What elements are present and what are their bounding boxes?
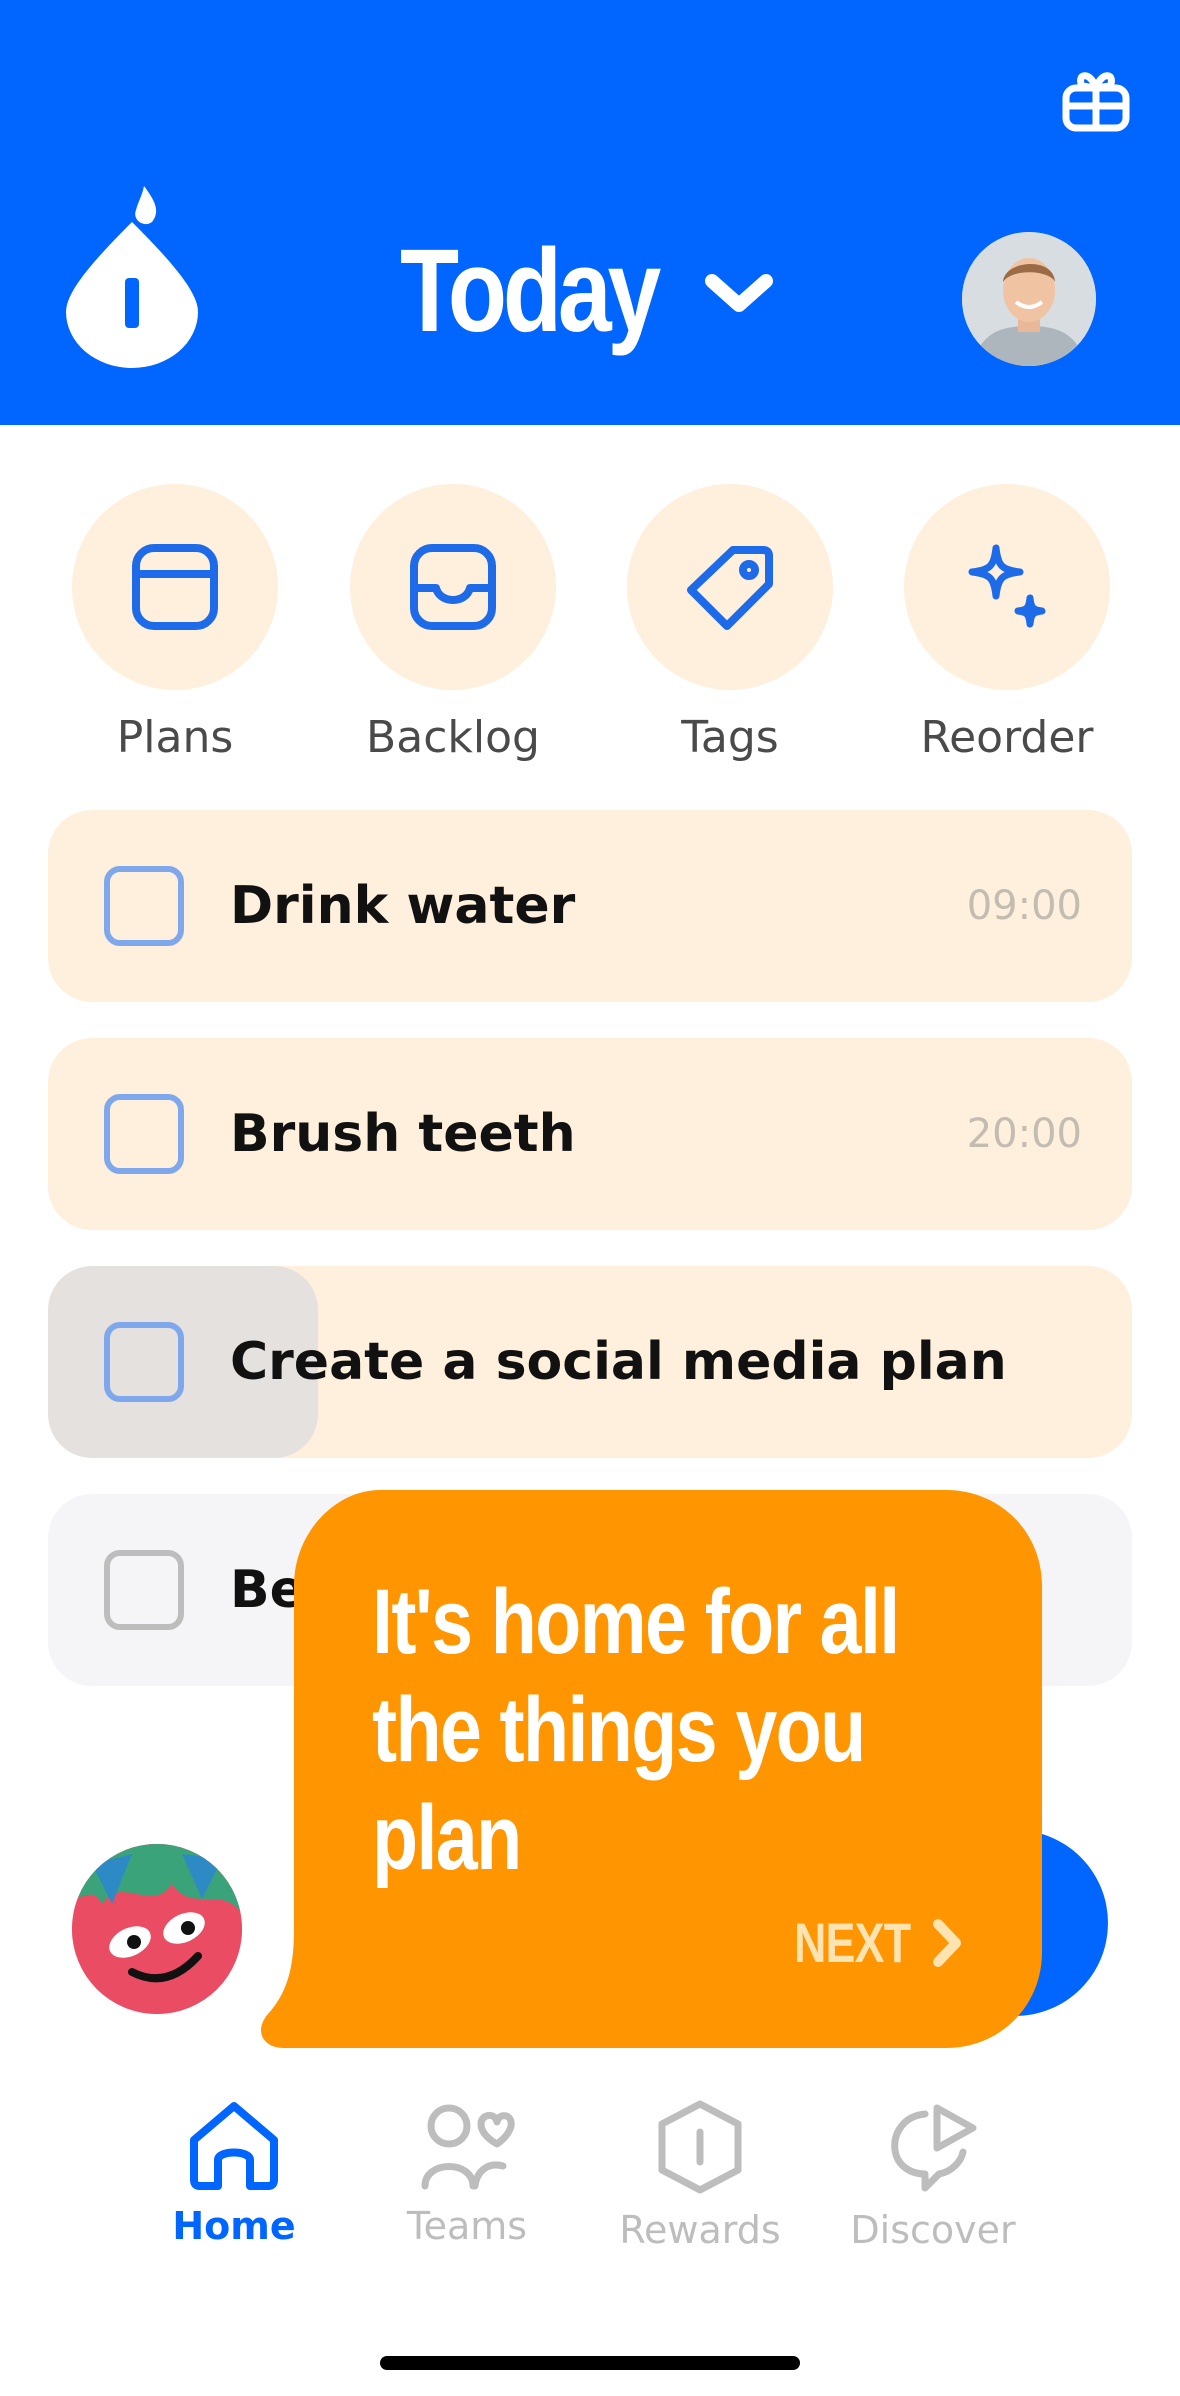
task-row[interactable]: Drink water 09:00 [48,810,1132,1002]
task-title: Create a social media plan [230,1332,1007,1392]
quick-action-plans[interactable]: Plans [72,484,278,763]
inbox-icon [410,544,496,630]
quick-action-label: Backlog [366,712,540,763]
tooltip-message: It's home for all the things you plan [372,1568,930,1892]
sparkles-icon [968,544,1046,628]
tab-discover[interactable]: Discover [816,2100,1050,2252]
task-checkbox[interactable] [104,1550,184,1630]
page-title: Today [400,225,661,357]
tab-label: Home [172,2204,296,2248]
quick-action-reorder[interactable]: Reorder [904,484,1110,763]
mascot-avatar[interactable] [72,1844,242,2014]
backlog-circle [350,484,556,690]
quick-action-label: Reorder [920,712,1094,763]
quick-action-backlog[interactable]: Backlog [350,484,556,763]
discover-icon [891,2104,977,2192]
tab-home[interactable]: Home [117,2100,351,2248]
tab-label: Teams [406,2204,528,2248]
logo-drop-icon [62,182,202,368]
tags-circle [627,484,833,690]
task-checkbox[interactable] [104,1094,184,1174]
reorder-circle [904,484,1110,690]
tag-icon [687,546,773,630]
onboarding-tooltip: It's home for all the things you plan NE… [260,1490,1042,2048]
quick-action-label: Tags [681,712,779,763]
task-title: Drink water [230,876,576,936]
task-title: Brush teeth [230,1104,576,1164]
home-indicator [380,2356,800,2370]
home-icon [190,2102,278,2190]
quick-action-label: Plans [116,712,234,763]
tab-label: Rewards [619,2208,781,2252]
next-button[interactable]: NEXT [794,1910,964,1975]
tab-teams[interactable]: Teams [350,2100,584,2248]
plans-circle [72,484,278,690]
app-header: Today [0,0,1180,425]
quick-action-tags[interactable]: Tags [627,484,833,763]
task-row[interactable]: Brush teeth 20:00 [48,1038,1132,1230]
avatar[interactable] [962,232,1096,366]
tooltip-line: plan [372,1787,522,1889]
task-checkbox[interactable] [104,866,184,946]
tab-label: Discover [850,2208,1016,2252]
tooltip-line: the things you [372,1679,866,1781]
date-selector[interactable]: Today [400,225,774,357]
tooltip-line: It's home for all [372,1571,900,1673]
chevron-down-icon [705,274,773,312]
tab-rewards[interactable]: Rewards [583,2100,817,2252]
rewards-icon [658,2100,742,2194]
task-checkbox[interactable] [104,1322,184,1402]
task-time: 20:00 [966,1111,1082,1157]
gift-icon[interactable] [1060,64,1132,136]
calendar-icon [132,544,218,630]
teams-icon [421,2104,515,2190]
task-time: 09:00 [966,883,1082,929]
next-label: NEXT [794,1911,911,1974]
chevron-right-icon [933,1918,961,1967]
task-row[interactable]: Create a social media plan [48,1266,1132,1458]
